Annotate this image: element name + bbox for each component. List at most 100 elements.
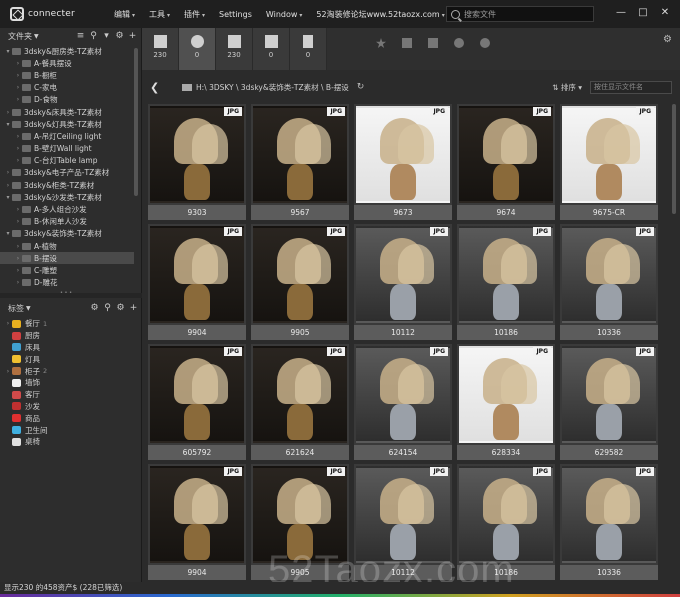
chevron-right-icon[interactable]: ›: [14, 206, 22, 213]
chevron-right-icon[interactable]: ›: [14, 84, 22, 91]
chevron-right-icon[interactable]: ›: [14, 279, 22, 286]
folder-item[interactable]: ▾ 3dsky&装饰类-TZ素材: [0, 228, 134, 240]
asset-thumbnail[interactable]: JPG 629582: [560, 344, 658, 460]
asset-thumbnail[interactable]: JPG 10336: [560, 464, 658, 580]
chevron-down-icon[interactable]: ▾: [4, 48, 12, 55]
asset-thumbnail[interactable]: JPG 9904: [148, 464, 246, 580]
collapse-icon[interactable]: ≡: [76, 32, 85, 41]
add-icon[interactable]: +: [128, 32, 137, 41]
sort-button[interactable]: ⇅ 排序 ▾: [552, 82, 582, 93]
folder-item[interactable]: › A-多人组合沙发: [0, 203, 134, 215]
asset-thumbnail[interactable]: JPG 9675-CR: [560, 104, 658, 220]
filter-tab[interactable]: 0: [253, 28, 290, 70]
asset-thumbnail[interactable]: JPG 10112: [354, 224, 452, 340]
asset-thumbnail[interactable]: JPG 621624: [251, 344, 349, 460]
thumbnail-image[interactable]: [459, 346, 553, 443]
thumbnail-image[interactable]: [150, 226, 244, 323]
thumbnail-image[interactable]: [562, 106, 656, 203]
gear-icon[interactable]: ⚙: [115, 32, 124, 41]
menu-item[interactable]: Settings: [219, 10, 252, 19]
folder-item[interactable]: › B-摆设: [0, 252, 134, 265]
asset-thumbnail[interactable]: JPG 9567: [251, 104, 349, 220]
minimize-icon[interactable]: —: [614, 6, 628, 20]
folder-item[interactable]: ▾ 3dsky&灯具类-TZ素材: [0, 118, 134, 130]
menu-item[interactable]: 插件 ▾: [184, 9, 205, 20]
folder-item[interactable]: ▾ 3dsky&沙发类-TZ素材: [0, 191, 134, 203]
chevron-right-icon[interactable]: ›: [14, 218, 22, 225]
folder-item[interactable]: › 3dsky&电子产品-TZ素材: [0, 167, 134, 179]
thumbnail-image[interactable]: [562, 466, 656, 563]
chevron-down-icon[interactable]: ▼: [34, 33, 39, 40]
folder-item[interactable]: › A-植物: [0, 240, 134, 252]
tag-item[interactable]: 商品: [0, 412, 142, 424]
asset-thumbnail[interactable]: JPG 9905: [251, 224, 349, 340]
folder-scrollbar[interactable]: [134, 48, 138, 196]
menu-item[interactable]: 编辑 ▾: [114, 9, 135, 20]
thumbnail-image[interactable]: [356, 346, 450, 443]
chevron-down-icon[interactable]: ▾: [4, 194, 12, 201]
asset-thumbnail[interactable]: JPG 9303: [148, 104, 246, 220]
star-icon[interactable]: [376, 38, 386, 48]
chevron-right-icon[interactable]: ›: [14, 96, 22, 103]
asset-thumbnail[interactable]: JPG 10186: [457, 224, 555, 340]
filter-tab[interactable]: 0: [179, 28, 216, 70]
tag-item[interactable]: 灯具: [0, 353, 142, 365]
asset-thumbnail[interactable]: JPG 628334: [457, 344, 555, 460]
tag-settings-icon[interactable]: ⚙: [90, 304, 99, 313]
asset-thumbnail[interactable]: JPG 9673: [354, 104, 452, 220]
chevron-right-icon[interactable]: ›: [4, 169, 12, 176]
back-icon[interactable]: ❮: [150, 81, 164, 94]
chevron-right-icon[interactable]: ›: [14, 267, 22, 274]
tag-item[interactable]: 墙饰: [0, 377, 142, 389]
thumbnail-image[interactable]: [253, 226, 347, 323]
thumbnail-image[interactable]: [459, 106, 553, 203]
folder-item[interactable]: › D-食物: [0, 94, 134, 106]
asset-thumbnail[interactable]: JPG 9674: [457, 104, 555, 220]
asset-thumbnail[interactable]: JPG 10336: [560, 224, 658, 340]
thumbnail-image[interactable]: [150, 106, 244, 203]
chevron-right-icon[interactable]: ›: [4, 320, 12, 327]
chevron-down-icon[interactable]: ▾: [4, 230, 12, 237]
folder-item[interactable]: › C-雕塑: [0, 264, 134, 276]
folder-item[interactable]: › 3dsky&床具类-TZ素材: [0, 106, 134, 118]
search-icon[interactable]: ⚲: [89, 32, 98, 41]
filter-tab[interactable]: 230: [142, 28, 179, 70]
chevron-right-icon[interactable]: ›: [4, 182, 12, 189]
maximize-icon[interactable]: □: [636, 6, 650, 20]
thumbnail-image[interactable]: [150, 466, 244, 563]
folder-item[interactable]: › B-橱柜: [0, 69, 134, 81]
folder-item[interactable]: › B-壁灯Wall light: [0, 143, 134, 155]
tag-item[interactable]: 卫生间: [0, 424, 142, 436]
thumbnail-image[interactable]: [459, 226, 553, 323]
tag-item[interactable]: 床具: [0, 342, 142, 354]
folder-item[interactable]: › B-休闲单人沙发: [0, 216, 134, 228]
menu-item[interactable]: Window ▾: [266, 10, 303, 19]
camera-icon[interactable]: [454, 38, 464, 48]
chevron-right-icon[interactable]: ›: [14, 60, 22, 67]
asset-thumbnail[interactable]: JPG 624154: [354, 344, 452, 460]
folders-title[interactable]: 文件夹: [8, 31, 32, 42]
gear-icon[interactable]: ⚙: [116, 304, 125, 313]
panel-splitter[interactable]: [0, 290, 142, 298]
refresh-icon[interactable]: ↻: [357, 82, 365, 92]
chevron-right-icon[interactable]: ›: [14, 243, 22, 250]
close-icon[interactable]: ✕: [658, 6, 672, 20]
filter-tab[interactable]: 230: [216, 28, 253, 70]
chevron-right-icon[interactable]: ›: [14, 157, 22, 164]
chevron-right-icon[interactable]: ›: [14, 72, 22, 79]
chevron-right-icon[interactable]: ›: [4, 368, 12, 375]
tag-item[interactable]: 沙发: [0, 401, 142, 413]
asset-thumbnail[interactable]: JPG 605792: [148, 344, 246, 460]
tag-item[interactable]: › 柜子 2: [0, 365, 142, 377]
tag-item[interactable]: 厨房: [0, 330, 142, 342]
folder-item[interactable]: › A-餐具摆设: [0, 57, 134, 69]
thumbnail-image[interactable]: [562, 226, 656, 323]
chevron-down-icon[interactable]: ▾: [4, 121, 12, 128]
thumbnail-image[interactable]: [150, 346, 244, 443]
chevron-right-icon[interactable]: ›: [4, 109, 12, 116]
folder-item[interactable]: › A-吊灯Ceiling light: [0, 130, 134, 142]
folder-item[interactable]: › D-雕花: [0, 277, 134, 289]
chevron-right-icon[interactable]: ›: [14, 255, 22, 262]
chevron-right-icon[interactable]: ›: [14, 145, 22, 152]
asset-thumbnail[interactable]: JPG 9904: [148, 224, 246, 340]
